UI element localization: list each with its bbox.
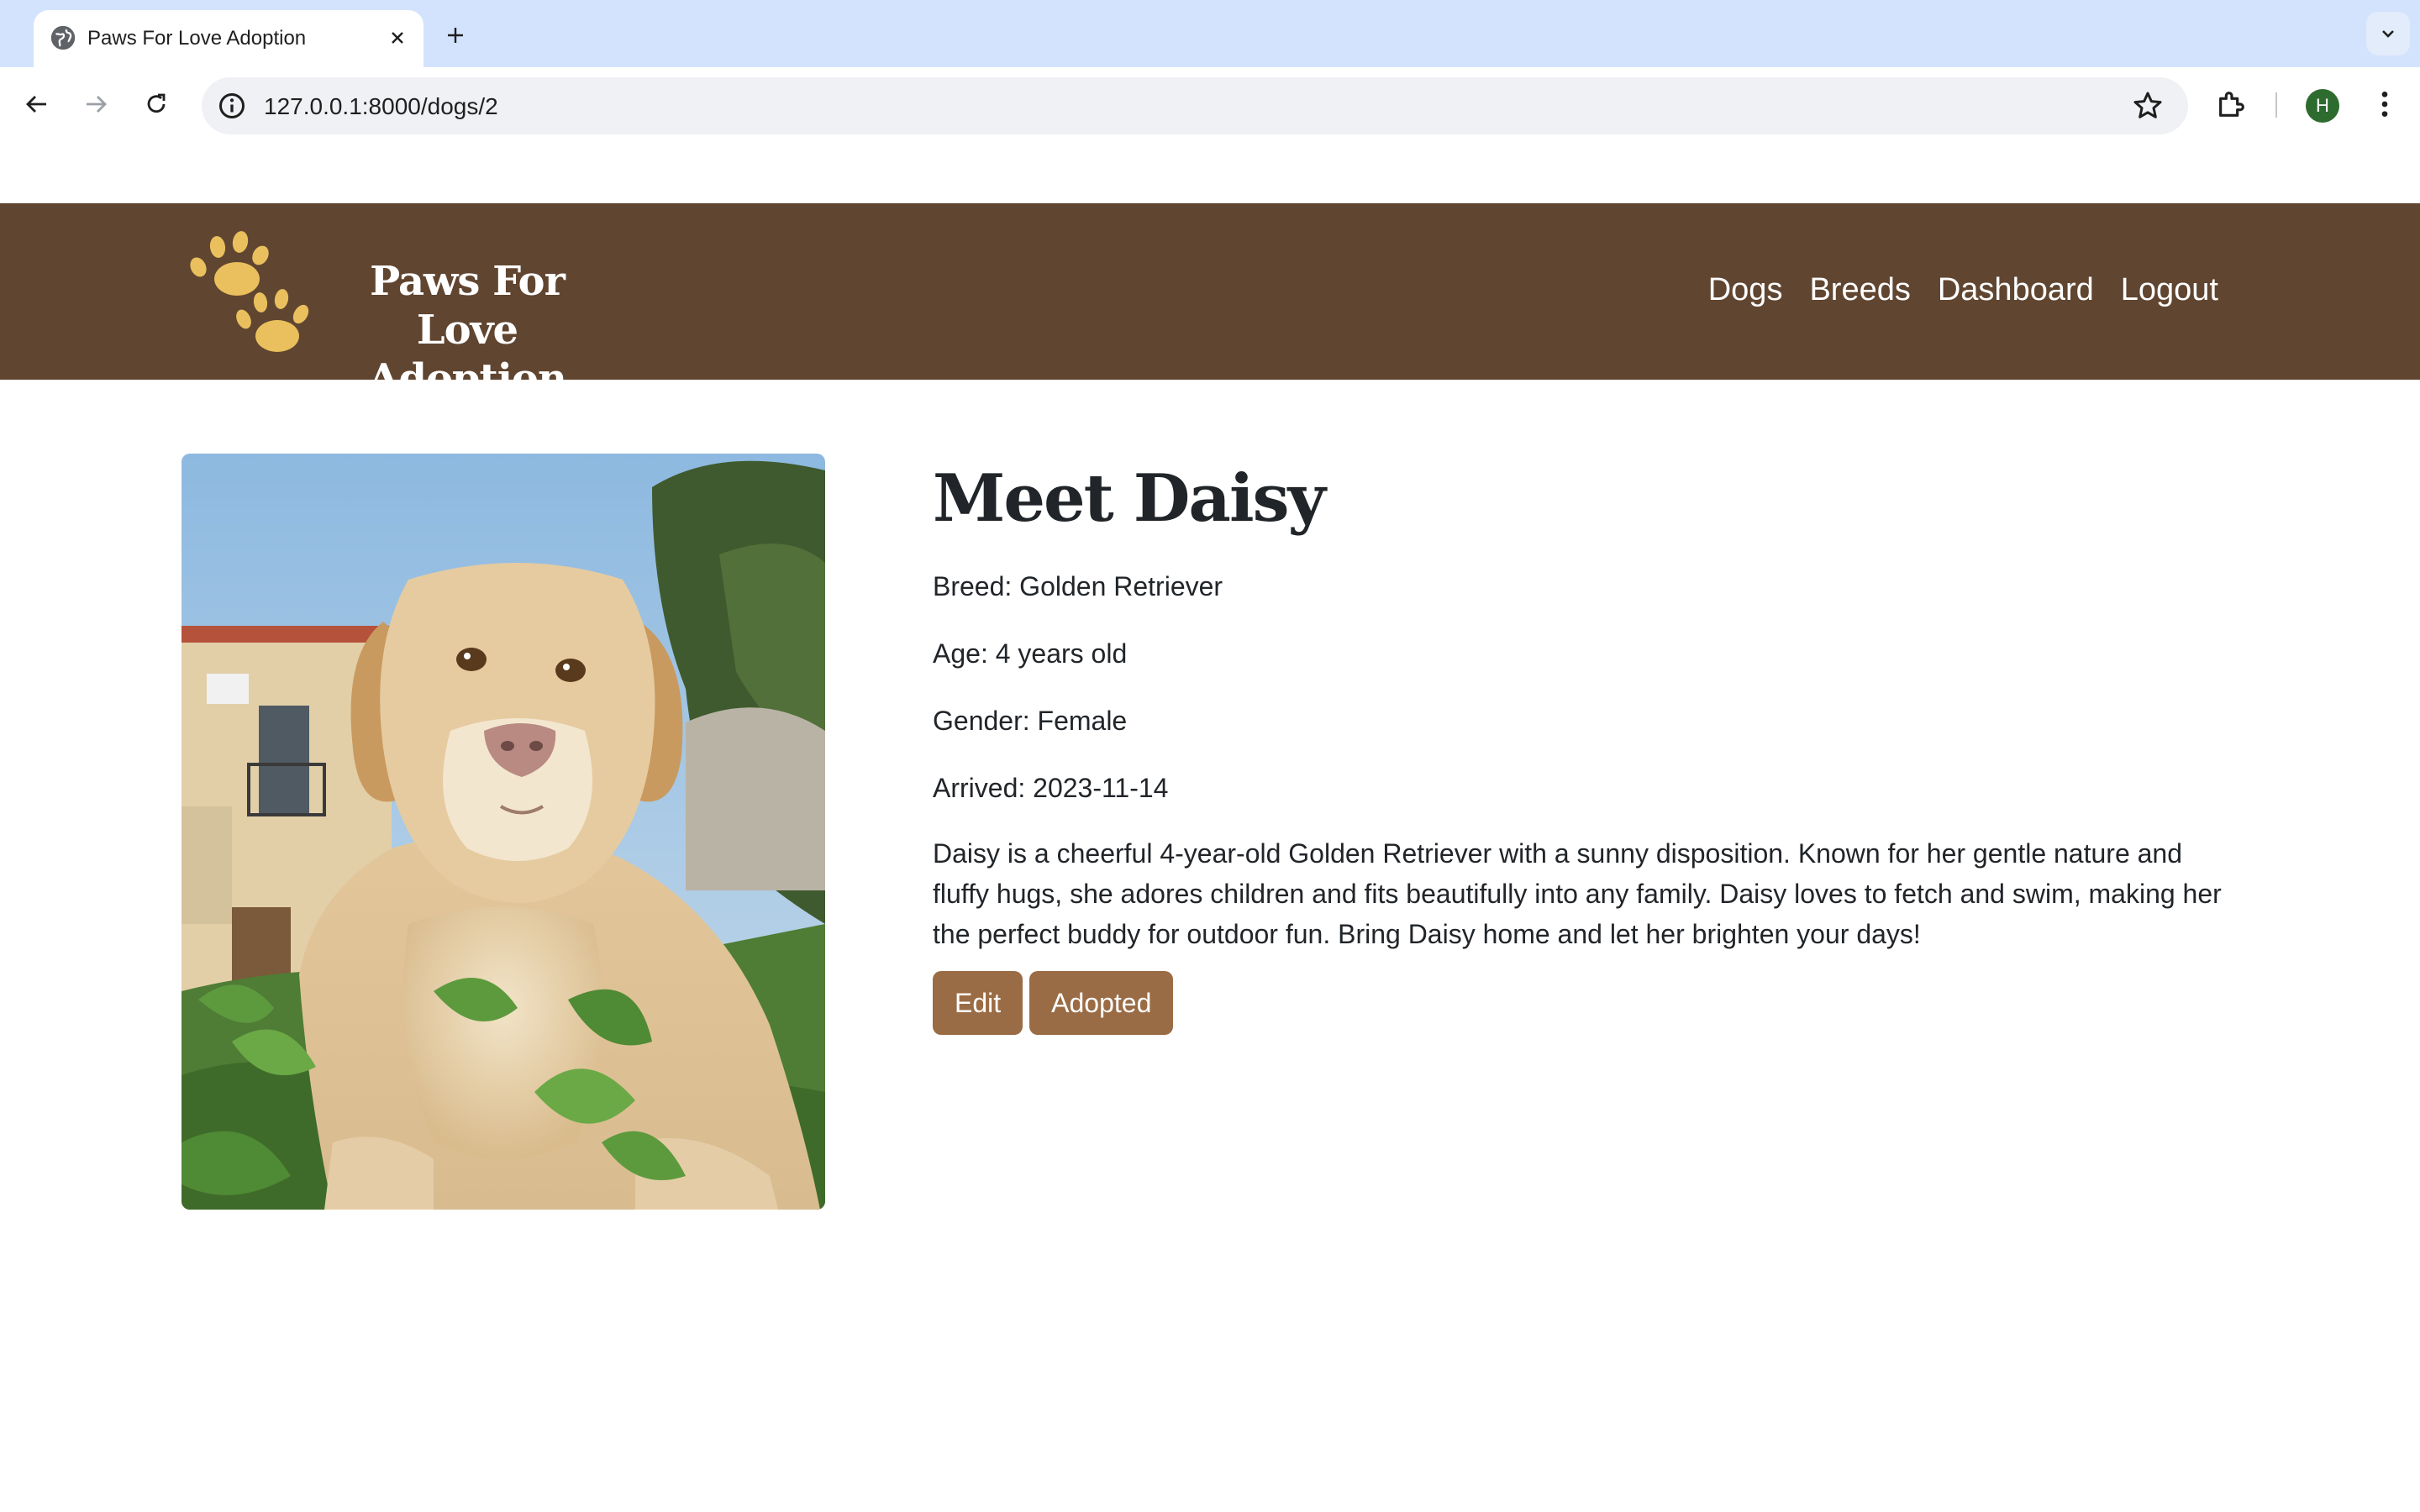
brand-home-link[interactable]: Paws For Love Adoption [187,227,623,402]
site-header: Paws For Love Adoption Dogs Breeds Dashb… [0,203,2420,402]
back-arrow-icon[interactable] [17,84,57,124]
more-menu-icon[interactable] [2368,87,2402,121]
action-buttons: Edit Adopted [933,971,2227,1035]
dog-details: Meet Daisy Breed: Golden Retriever Age: … [933,454,2227,1035]
globe-icon [50,25,76,50]
site-info-icon[interactable] [217,91,247,121]
page-title: Meet Daisy [933,460,1326,537]
browser-toolbar: 127.0.0.1:8000/dogs/2 H [0,67,2420,212]
url-text[interactable]: 127.0.0.1:8000/dogs/2 [264,93,498,120]
main-nav: Dogs Breeds Dashboard Logout [1708,272,2218,308]
edit-button[interactable]: Edit [933,971,1023,1035]
nav-link-dashboard[interactable]: Dashboard [1938,272,2094,308]
brand-name: Paws For Love Adoption [368,258,567,402]
dog-photo [182,454,825,1210]
dog-description: Daisy is a cheerful 4-year-old Golden Re… [933,838,2222,949]
reload-icon[interactable] [136,84,176,124]
nav-link-breeds[interactable]: Breeds [1809,272,1910,308]
age-text: Age: 4 years old [933,638,1128,669]
toolbar-divider [2275,92,2277,118]
address-bar[interactable]: 127.0.0.1:8000/dogs/2 [202,77,2188,134]
nav-link-dogs[interactable]: Dogs [1708,272,1783,308]
new-tab-icon[interactable] [437,17,474,54]
tab-title: Paws For Love Adoption [87,27,307,50]
extensions-puzzle-icon[interactable] [2215,87,2249,121]
arrived-text: Arrived: 2023-11-14 [933,773,1169,803]
nav-link-logout[interactable]: Logout [2121,272,2218,308]
tab-search-chevron-icon[interactable] [2366,12,2410,55]
browser-tabstrip: Paws For Love Adoption [0,0,2420,67]
paw-prints-logo-icon [190,231,309,352]
bookmark-star-icon[interactable] [2131,89,2165,123]
breed-text: Breed: Golden Retriever [933,571,1223,601]
gender-text: Gender: Female [933,706,1128,736]
adopted-button[interactable]: Adopted [1029,971,1174,1035]
profile-avatar[interactable]: H [2306,89,2339,123]
forward-arrow-icon[interactable] [76,84,116,124]
close-tab-icon[interactable] [383,24,412,52]
browser-tab[interactable]: Paws For Love Adoption [34,10,424,67]
